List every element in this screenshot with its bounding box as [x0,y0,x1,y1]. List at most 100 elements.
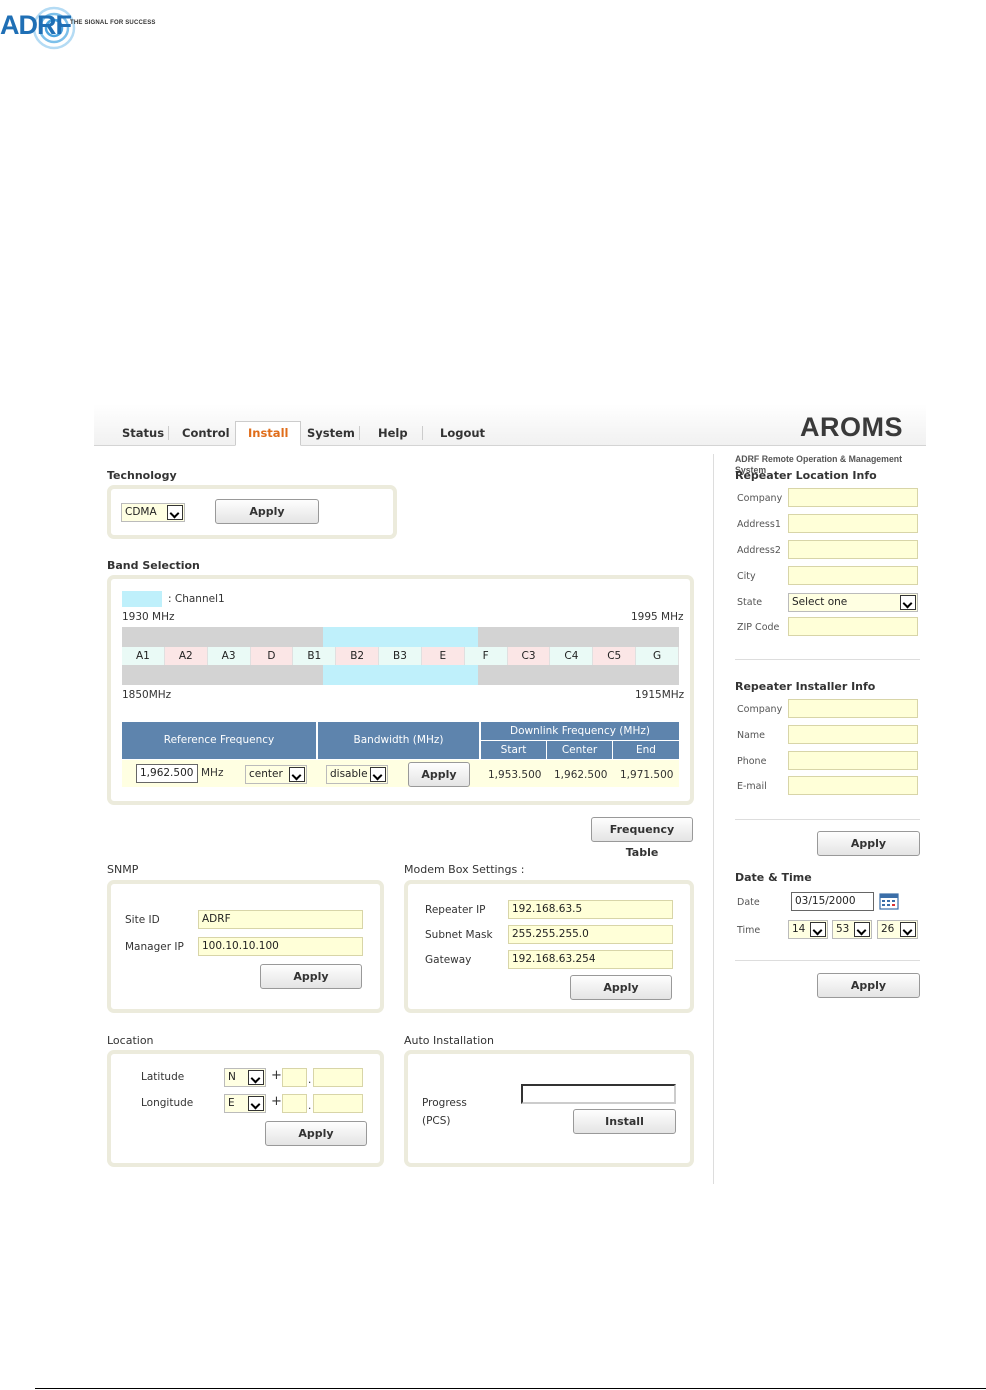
longitude-direction-value: E [228,1097,235,1109]
band-cell-a1[interactable]: A1 [122,647,165,665]
longitude-degrees-field[interactable] [282,1094,307,1113]
logo-text: ADRF [0,10,72,40]
technology-apply-button[interactable]: Apply [215,499,319,524]
longitude-plus: + [271,1094,282,1109]
adrf-logo: ADRF THE SIGNAL FOR SUCCESS [0,6,200,50]
modem-apply-button[interactable]: Apply [570,975,672,1000]
address1-field[interactable] [788,514,918,533]
gateway-field[interactable]: 192.168.63.254 [508,950,673,969]
zip-code-field[interactable] [788,617,918,636]
gateway-label: Gateway [425,954,472,966]
band-cell-b1[interactable]: B1 [293,647,337,665]
band-cell-g[interactable]: G [636,647,679,665]
tab-control[interactable]: Control [182,426,230,440]
technology-select[interactable]: CDMA [121,503,185,522]
longitude-decimal-field[interactable] [313,1094,363,1113]
installer-company-field[interactable] [788,699,918,718]
tab-logout[interactable]: Logout [440,426,485,440]
installer-info-title: Repeater Installer Info [735,680,876,693]
installer-company-label: Company [737,704,783,715]
reference-mode-select[interactable]: center [245,765,307,784]
band-top-right-freq: 1995 MHz [631,611,684,623]
band-cell-b3[interactable]: B3 [379,647,422,665]
tab-bar: Status Control Install System Help Logou… [94,404,926,446]
technology-title: Technology [107,469,177,482]
band-cell-f[interactable]: F [464,647,508,665]
frequency-table-button[interactable]: Frequency Table [591,817,693,859]
latitude-direction-select[interactable]: N [224,1068,266,1087]
installer-apply-button[interactable]: Apply [817,831,920,856]
longitude-direction-select[interactable]: E [224,1094,266,1113]
calendar-icon[interactable] [879,892,899,910]
address2-field[interactable] [788,540,918,559]
reference-frequency-unit: MHz [201,767,224,779]
repeater-ip-field[interactable]: 192.168.63.5 [508,900,673,919]
col-start: Start [481,741,546,759]
subnet-mask-field[interactable]: 255.255.255.0 [508,925,673,944]
col-downlink-frequency: Downlink Frequency (MHz) [481,722,679,740]
band-cell-c4[interactable]: C4 [550,647,594,665]
reference-frequency-input[interactable]: 1,962.500 [136,764,198,783]
chevron-down-icon[interactable] [370,767,386,782]
chevron-down-icon[interactable] [900,922,916,937]
installer-name-field[interactable] [788,725,918,744]
zip-code-label: ZIP Code [737,622,780,633]
chevron-down-icon[interactable] [167,505,183,520]
site-id-field[interactable]: ADRF [198,910,363,929]
band-cell-a2[interactable]: A2 [164,647,208,665]
section-divider [735,659,920,660]
state-label: State [737,597,763,608]
snmp-apply-button[interactable]: Apply [260,964,362,989]
installer-email-field[interactable] [788,776,918,795]
minute-select[interactable]: 53 [832,920,872,939]
channel1-legend-label: : Channel1 [168,593,225,605]
state-select[interactable]: Select one [788,593,918,612]
downlink-center-value: 1,962.500 [554,769,608,781]
band-cell-c5[interactable]: C5 [593,647,637,665]
auto-installation-panel: Progress (PCS) Install [404,1050,694,1167]
bandwidth-select[interactable]: disable [326,765,388,784]
chevron-down-icon[interactable] [248,1096,264,1111]
location-panel: Latitude N + . Longitude E + . Apply [107,1050,384,1167]
chevron-down-icon[interactable] [248,1070,264,1085]
address2-label: Address2 [737,545,781,556]
tab-help[interactable]: Help [378,426,408,440]
subnet-mask-label: Subnet Mask [425,929,493,941]
tab-status[interactable]: Status [122,426,164,440]
band-cell-c3[interactable]: C3 [507,647,551,665]
location-apply-button[interactable]: Apply [265,1121,367,1146]
manager-ip-field[interactable]: 100.10.10.100 [198,937,363,956]
band-top-left-freq: 1930 MHz [122,611,175,623]
latitude-decimal-field[interactable] [313,1068,363,1087]
location-title: Location [107,1034,154,1047]
progress-sub-label: (PCS) [422,1115,451,1127]
install-button[interactable]: Install [573,1109,676,1134]
hour-select[interactable]: 14 [788,920,828,939]
snmp-panel: Site ID ADRF Manager IP 100.10.10.100 Ap… [107,880,384,1013]
address1-label: Address1 [737,519,781,530]
repeater-location-title: Repeater Location Info [735,469,877,482]
frequency-apply-button[interactable]: Apply [408,762,470,787]
band-cell-a3[interactable]: A3 [207,647,251,665]
longitude-label: Longitude [141,1097,194,1109]
modem-title: Modem Box Settings : [404,863,525,876]
tab-system[interactable]: System [307,426,355,440]
location-company-label: Company [737,493,783,504]
band-bottom-right-freq: 1915MHz [635,689,685,701]
chevron-down-icon[interactable] [289,767,305,782]
band-cell-e[interactable]: E [421,647,465,665]
date-field[interactable]: 03/15/2000 [791,892,874,911]
city-label: City [737,571,756,582]
chevron-down-icon[interactable] [900,595,916,610]
chevron-down-icon[interactable] [854,922,870,937]
second-select[interactable]: 26 [877,920,918,939]
latitude-degrees-field[interactable] [282,1068,307,1087]
band-cell-d[interactable]: D [250,647,294,665]
installer-phone-field[interactable] [788,751,918,770]
chevron-down-icon[interactable] [810,922,826,937]
band-cell-b2[interactable]: B2 [336,647,380,665]
location-company-field[interactable] [788,488,918,507]
tab-install[interactable]: Install [235,421,302,446]
city-field[interactable] [788,566,918,585]
date-time-apply-button[interactable]: Apply [817,973,920,998]
